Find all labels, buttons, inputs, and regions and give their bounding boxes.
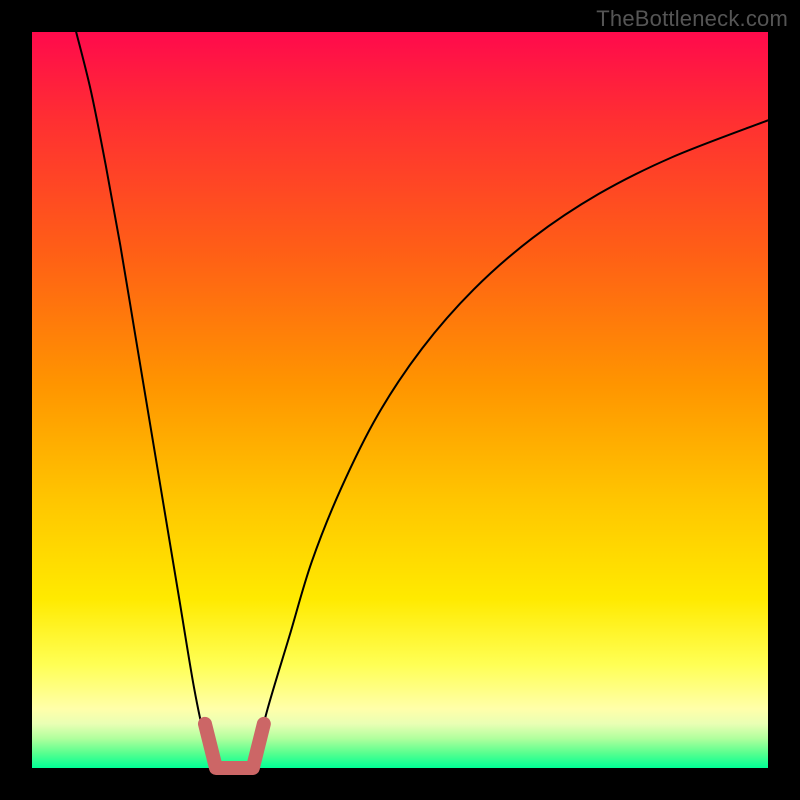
chart-frame: TheBottleneck.com [0, 0, 800, 800]
bottom-bucket [205, 724, 264, 768]
right-curve [253, 120, 768, 768]
plot-area [32, 32, 768, 768]
left-curve [76, 32, 216, 768]
watermark-text: TheBottleneck.com [596, 6, 788, 32]
curve-layer [32, 32, 768, 768]
